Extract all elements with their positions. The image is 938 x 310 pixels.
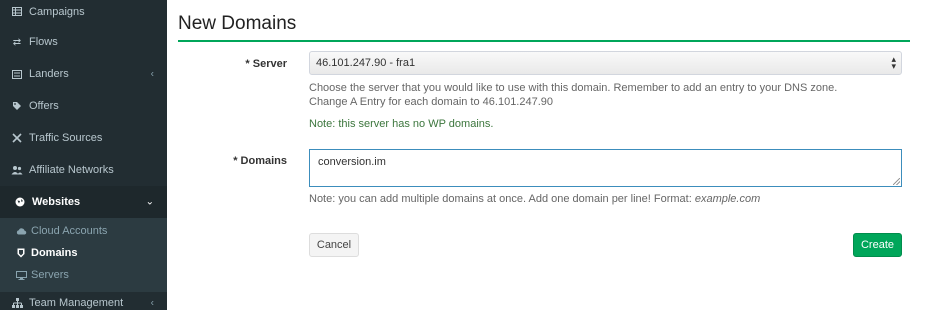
- sidebar-item-websites[interactable]: Websites ⌄: [0, 186, 167, 218]
- cancel-button[interactable]: Cancel: [309, 233, 359, 257]
- sidebar-item-flows[interactable]: ⇄ Flows: [0, 26, 167, 58]
- domains-textarea[interactable]: conversion.im: [309, 149, 902, 187]
- server-help-text-2: Change A Entry for each domain to 46.101…: [309, 96, 554, 108]
- sidebar-item-label: Websites: [32, 196, 81, 208]
- sidebar-item-label: Landers: [29, 68, 69, 80]
- title-divider: [178, 40, 910, 42]
- sidebar-subitem-label: Domains: [31, 247, 78, 259]
- sidebar-item-landers[interactable]: Landers ‹: [0, 58, 167, 90]
- chevron-left-icon: ‹: [150, 297, 154, 309]
- sidebar-item-campaigns[interactable]: Campaigns: [0, 0, 167, 26]
- domains-help-label: Note: you can add multiple domains at on…: [309, 193, 695, 205]
- main-content: New Domains * Server 46.101.247.90 - fra…: [167, 0, 938, 310]
- domains-help-text: Note: you can add multiple domains at on…: [309, 193, 760, 205]
- shield-icon: [15, 247, 27, 259]
- resize-handle-icon[interactable]: [893, 178, 900, 185]
- sidebar-item-label: Traffic Sources: [29, 132, 103, 144]
- sidebar-item-traffic-sources[interactable]: Traffic Sources: [0, 122, 167, 154]
- sidebar-subitem-servers[interactable]: Servers: [0, 264, 167, 286]
- sidebar-subitem-label: Cloud Accounts: [31, 225, 108, 237]
- chevron-left-icon: ‹: [150, 68, 154, 80]
- desktop-icon: [15, 269, 27, 281]
- server-note: Note: this server has no WP domains.: [309, 118, 494, 130]
- sidebar-item-offers[interactable]: Offers: [0, 90, 167, 122]
- sidebar-item-label: Team Management: [29, 297, 124, 309]
- server-select[interactable]: 46.101.247.90 - fra1 ▴ ▾: [309, 51, 902, 75]
- domains-textarea-value: conversion.im: [318, 156, 386, 168]
- list-icon: [11, 68, 23, 80]
- sidebar-subitem-cloud-accounts[interactable]: Cloud Accounts: [0, 220, 167, 242]
- sidebar-item-team-management[interactable]: Team Management ‹: [0, 292, 167, 310]
- sidebar-subitem-label: Servers: [31, 269, 69, 281]
- websites-submenu: Cloud Accounts Domains Servers: [0, 218, 167, 292]
- chevron-down-icon: ⌄: [145, 196, 154, 208]
- select-arrows-icon: ▴ ▾: [891, 54, 896, 71]
- server-select-value: 46.101.247.90 - fra1: [316, 57, 416, 69]
- exchange-icon: ⇄: [12, 36, 22, 48]
- domains-label: * Domains: [233, 155, 287, 167]
- server-label: * Server: [245, 58, 287, 70]
- sidebar-subitem-domains[interactable]: Domains: [0, 242, 167, 264]
- sidebar-item-affiliate-networks[interactable]: Affiliate Networks: [0, 154, 167, 186]
- page-title: New Domains: [178, 13, 297, 34]
- create-button[interactable]: Create: [853, 233, 902, 257]
- arrows-icon: [11, 132, 23, 144]
- users-icon: [11, 164, 23, 176]
- sidebar-item-label: Flows: [29, 36, 58, 48]
- sidebar: Campaigns ⇄ Flows Landers ‹ Offers Traff…: [0, 0, 167, 310]
- cloud-icon: [15, 225, 27, 237]
- server-help-text: Choose the server that you would like to…: [309, 82, 838, 94]
- domains-help-example: example.com: [694, 193, 761, 205]
- tag-icon: [11, 100, 23, 112]
- sitemap-icon: [11, 297, 23, 309]
- globe-icon: [14, 196, 26, 208]
- sidebar-item-label: Affiliate Networks: [29, 164, 114, 176]
- table-icon: [11, 6, 23, 18]
- sidebar-item-label: Campaigns: [29, 5, 85, 18]
- sidebar-item-label: Offers: [29, 100, 59, 112]
